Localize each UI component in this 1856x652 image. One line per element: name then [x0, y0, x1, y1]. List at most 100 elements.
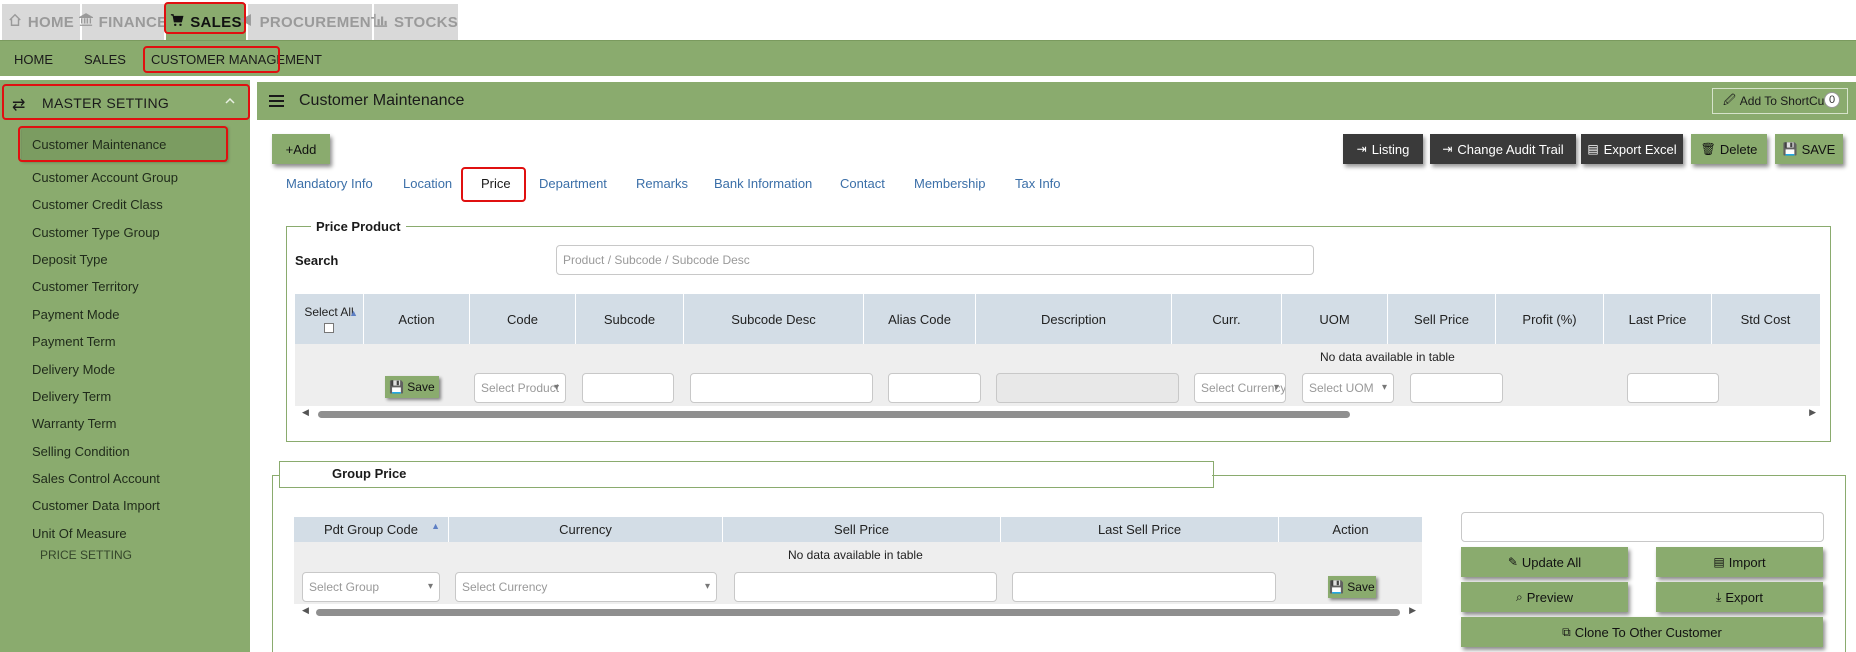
col-sell-price[interactable]: Sell Price	[1387, 294, 1495, 344]
sidebar-item-unit-of-measure[interactable]: Unit Of Measure	[32, 522, 127, 544]
col-group-sell-price[interactable]: Sell Price	[722, 517, 1000, 542]
col-currency[interactable]: Curr.	[1171, 294, 1281, 344]
tab-tax-info[interactable]: Tax Info	[1015, 176, 1061, 191]
alias-code-input[interactable]	[888, 373, 981, 403]
col-last-sell-price[interactable]: Last Sell Price	[1000, 517, 1278, 542]
group-last-sell-price-input[interactable]	[1012, 572, 1276, 602]
sidebar-item-delivery-mode[interactable]: Delivery Mode	[32, 358, 115, 380]
tab-location[interactable]: Location	[403, 176, 452, 191]
clone-label: Clone To Other Customer	[1574, 624, 1722, 640]
col-code[interactable]: Code	[469, 294, 575, 344]
col-subcode-desc[interactable]: Subcode Desc	[683, 294, 863, 344]
add-shortcut-button[interactable]: 🖉 Add To ShortCut 0	[1712, 88, 1848, 114]
swap-icon: ⇄	[12, 97, 26, 114]
subnav-home[interactable]: HOME	[14, 41, 53, 77]
module-tab-sales[interactable]: SALES	[166, 4, 246, 40]
sort-asc-icon[interactable]: ▲	[349, 308, 358, 318]
group-row-save-button[interactable]: 💾 Save	[1328, 576, 1376, 598]
import-button[interactable]: ▤ Import	[1656, 547, 1823, 577]
col-pdt-group-code[interactable]: Pdt Group Code ▲	[294, 517, 448, 542]
module-tab-finance[interactable]: FINANCE	[77, 4, 167, 40]
tab-department[interactable]: Department	[539, 176, 607, 191]
sidebar-item-payment-term[interactable]: Payment Term	[32, 330, 116, 352]
tab-mandatory-info[interactable]: Mandatory Info	[286, 176, 373, 191]
tab-price[interactable]: Price	[481, 176, 511, 191]
preview-button[interactable]: ⌕ Preview	[1461, 582, 1628, 612]
sidebar-item-sales-control-account[interactable]: Sales Control Account	[32, 467, 160, 489]
subcode-input[interactable]	[582, 373, 674, 403]
subnav-customer-management[interactable]: CUSTOMER MANAGEMENT	[151, 41, 322, 77]
col-uom[interactable]: UOM	[1281, 294, 1387, 344]
sidebar-item-payment-mode[interactable]: Payment Mode	[32, 303, 119, 325]
download-icon: ⤓	[1716, 589, 1722, 604]
scroll-right-icon[interactable]: ▶	[1809, 407, 1816, 418]
sidebar-item-warranty-term[interactable]: Warranty Term	[32, 412, 117, 434]
group-sell-price-input[interactable]	[734, 572, 997, 602]
change-audit-trail-button[interactable]: ⇥ Change Audit Trail	[1430, 134, 1576, 164]
scroll-left-icon[interactable]: ◀	[302, 407, 309, 418]
group-price-filter-input[interactable]	[1461, 512, 1824, 542]
sort-asc-icon[interactable]: ▲	[431, 521, 440, 531]
tab-membership[interactable]: Membership	[914, 176, 986, 191]
tab-remarks[interactable]: Remarks	[636, 176, 688, 191]
export-excel-button[interactable]: ▤ Export Excel	[1581, 134, 1683, 164]
sidebar-item-selling-condition[interactable]: Selling Condition	[32, 440, 130, 462]
group-price-horizontal-scrollbar[interactable]: ◀ ▶	[302, 605, 1416, 617]
product-search-input[interactable]: Product / Subcode / Subcode Desc	[556, 245, 1314, 275]
sign-in-icon: ⇥	[1356, 142, 1367, 156]
price-product-horizontal-scrollbar[interactable]: ◀ ▶	[302, 407, 1816, 419]
sidebar-item-customer-account-group[interactable]: Customer Account Group	[32, 166, 178, 188]
bank-icon	[77, 13, 95, 31]
col-profit[interactable]: Profit (%)	[1495, 294, 1603, 344]
edit-icon: ✎	[1507, 555, 1518, 569]
scroll-thumb[interactable]	[316, 609, 1400, 616]
update-all-button[interactable]: ✎ Update All	[1461, 547, 1628, 577]
delete-button[interactable]: 🗑 Delete	[1691, 134, 1767, 164]
scroll-right-icon[interactable]: ▶	[1409, 605, 1416, 616]
select-group-currency-dropdown[interactable]: Select Currency	[455, 572, 717, 602]
sidebar-item-customer-data-import[interactable]: Customer Data Import	[32, 494, 160, 516]
sidebar-item-delivery-term[interactable]: Delivery Term	[32, 385, 111, 407]
price-product-empty-message: No data available in table	[1320, 350, 1455, 364]
select-all-checkbox[interactable]	[324, 323, 334, 333]
scroll-thumb[interactable]	[318, 411, 1350, 418]
col-action[interactable]: Action	[363, 294, 469, 344]
module-tab-home[interactable]: HOME	[2, 4, 80, 40]
col-subcode[interactable]: Subcode	[575, 294, 683, 344]
select-uom-dropdown[interactable]: Select UOM	[1302, 373, 1394, 403]
export-button[interactable]: ⤓ Export	[1656, 582, 1823, 612]
sidebar-item-customer-territory[interactable]: Customer Territory	[32, 275, 139, 297]
col-group-action[interactable]: Action	[1278, 517, 1422, 542]
tab-bank-information[interactable]: Bank Information	[714, 176, 812, 191]
listing-button[interactable]: ⇥ Listing	[1343, 134, 1423, 164]
page-title: Customer Maintenance	[299, 92, 465, 109]
tab-contact[interactable]: Contact	[840, 176, 885, 191]
col-description[interactable]: Description	[975, 294, 1171, 344]
sidebar-item-customer-maintenance[interactable]: Customer Maintenance	[22, 127, 228, 161]
listing-label: Listing	[1371, 141, 1410, 157]
col-alias-code[interactable]: Alias Code	[863, 294, 975, 344]
select-product-dropdown[interactable]: Select Product	[474, 373, 566, 403]
col-last-price[interactable]: Last Price	[1603, 294, 1711, 344]
col-group-currency[interactable]: Currency	[448, 517, 722, 542]
sell-price-input[interactable]	[1410, 373, 1503, 403]
save-button[interactable]: 💾 SAVE	[1775, 134, 1843, 164]
clone-to-other-customer-button[interactable]: ⧉ Clone To Other Customer	[1461, 617, 1823, 647]
last-price-input[interactable]	[1627, 373, 1719, 403]
col-std-cost[interactable]: Std Cost	[1711, 294, 1819, 344]
module-tab-procurement[interactable]: PROCUREMENT	[240, 4, 380, 40]
sidebar-next-section[interactable]: PRICE SETTING	[40, 544, 132, 566]
subnav-sales[interactable]: SALES	[84, 41, 126, 77]
subcode-desc-input[interactable]	[690, 373, 873, 403]
module-tab-stocks[interactable]: STOCKS	[374, 4, 458, 40]
sidebar-item-deposit-type[interactable]: Deposit Type	[32, 248, 108, 270]
select-group-dropdown[interactable]: Select Group	[302, 572, 440, 602]
sidebar-item-customer-type-group[interactable]: Customer Type Group	[32, 221, 160, 243]
sidebar-section-header[interactable]: ⇄ MASTER SETTING	[0, 84, 250, 122]
row-save-button[interactable]: 💾 Save	[385, 376, 439, 398]
add-button[interactable]: +Add	[272, 134, 330, 164]
sidebar-item-customer-credit-class[interactable]: Customer Credit Class	[32, 193, 163, 215]
select-currency-dropdown[interactable]: Select Currency	[1194, 373, 1286, 403]
scroll-left-icon[interactable]: ◀	[302, 605, 309, 616]
menu-icon[interactable]	[269, 95, 284, 107]
